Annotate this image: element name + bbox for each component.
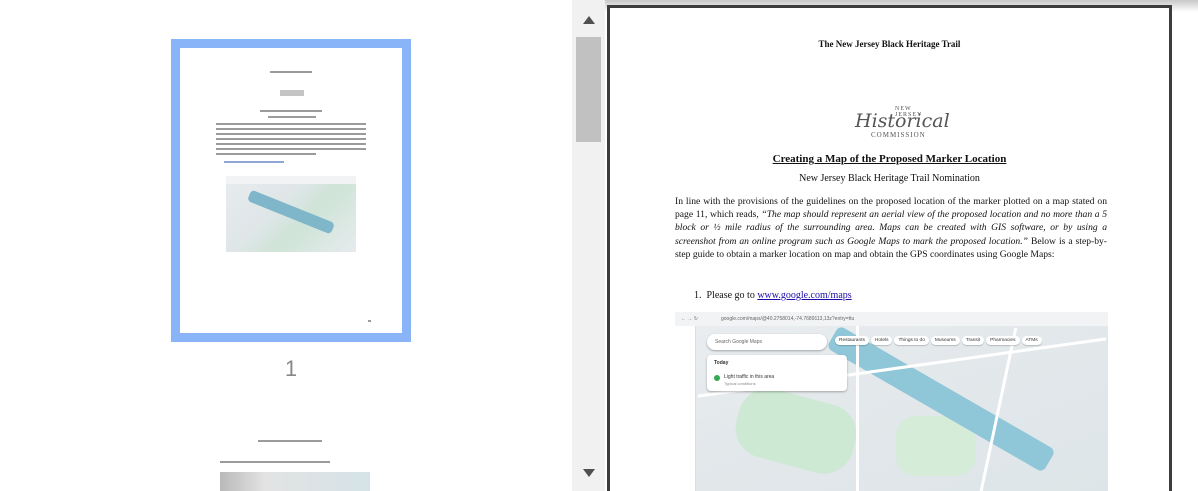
map-search-box: Search Google Maps xyxy=(707,334,827,350)
document-page: The New Jersey Black Heritage Trail NEW … xyxy=(607,5,1172,491)
document-subtitle: New Jersey Black Heritage Trail Nominati… xyxy=(799,173,980,184)
intro-paragraph: In line with the provisions of the guide… xyxy=(675,196,1107,260)
thumbnail-image xyxy=(220,472,370,491)
map-category-chips: Restaurants Hotels Things to do Museums Tran… xyxy=(835,336,1044,345)
scroll-down-arrow-icon[interactable] xyxy=(583,469,595,477)
map-left-rail xyxy=(675,326,696,491)
thumbnail-page-number: 1 xyxy=(284,356,298,381)
step-1: 1. Please go to www.google.com/maps xyxy=(694,290,852,301)
scrollbar-thumb[interactable] xyxy=(576,37,601,142)
thumbnail-pane: 1 xyxy=(0,0,572,491)
page-thumbnail-1[interactable] xyxy=(171,39,411,342)
thumbnail-page-preview xyxy=(180,48,402,333)
historical-commission-logo: NEW JERSEY Historical COMMISSION xyxy=(855,106,950,139)
thumbnail-map-image xyxy=(226,176,356,252)
map-area xyxy=(696,325,1108,491)
traffic-card: Today Light traffic in this area Typical… xyxy=(707,355,847,391)
document-header: The New Jersey Black Heritage Trail xyxy=(818,39,961,49)
page-thumbnail-2[interactable] xyxy=(210,428,375,491)
document-title: Creating a Map of the Proposed Marker Lo… xyxy=(772,153,1007,165)
scroll-up-arrow-icon[interactable] xyxy=(583,16,595,24)
google-maps-screenshot: ← → ↻ google.com/maps/@40.2758014,-74.76… xyxy=(675,312,1108,491)
google-maps-link[interactable]: www.google.com/maps xyxy=(757,290,851,301)
browser-address-bar: ← → ↻ google.com/maps/@40.2758014,-74.76… xyxy=(675,312,1108,326)
